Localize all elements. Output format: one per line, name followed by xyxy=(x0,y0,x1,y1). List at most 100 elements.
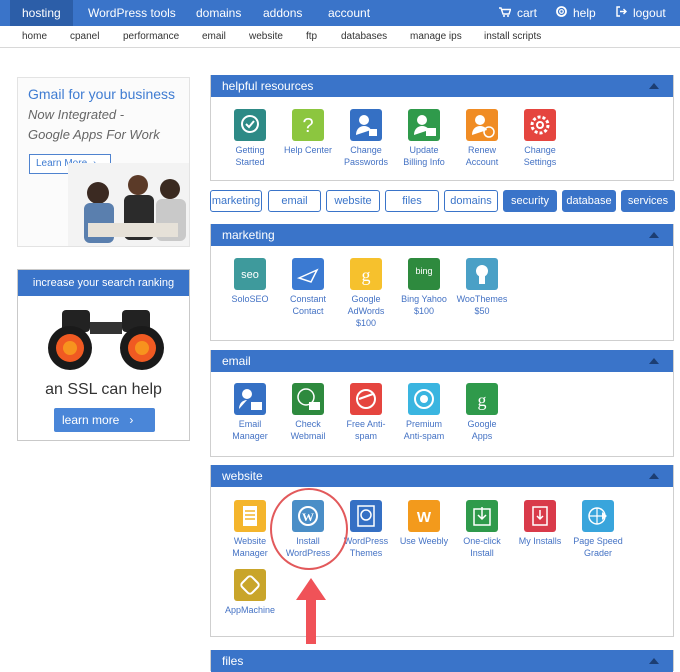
bing-icon: bing xyxy=(408,258,440,290)
seo-icon: seo xyxy=(234,258,266,290)
subnav-website[interactable]: website xyxy=(249,26,283,48)
icon-label: Help Center xyxy=(283,145,333,155)
icon-label: Change xyxy=(524,145,556,155)
panel-header[interactable]: files xyxy=(211,650,673,672)
subnav-manage-ips[interactable]: manage ips xyxy=(410,26,462,48)
renew-account-link[interactable]: Renew Account xyxy=(451,109,513,168)
icon-label: Passwords xyxy=(343,157,388,167)
collapse-icon[interactable] xyxy=(649,83,659,89)
ssl-learn-more-label: learn more xyxy=(62,413,120,427)
tab-addons[interactable]: addons xyxy=(251,0,314,26)
use-weebly-link[interactable]: W Use Weebly xyxy=(393,500,455,547)
gmail-ad[interactable]: Gmail for your business Now Integrated -… xyxy=(17,77,190,247)
filter-services[interactable]: services xyxy=(621,190,675,212)
help-center-link[interactable]: ? Help Center xyxy=(277,109,339,156)
tab-account[interactable]: account xyxy=(316,0,382,26)
installs-list-icon xyxy=(524,500,556,532)
icon-label: $100 xyxy=(355,318,377,328)
help-label: help xyxy=(573,6,596,20)
subnav-cpanel[interactable]: cpanel xyxy=(70,26,99,48)
icon-label: Apps xyxy=(471,431,493,441)
icon-label: Manager xyxy=(232,548,268,558)
getting-started-link[interactable]: Getting Started xyxy=(219,109,281,168)
user-clock-icon xyxy=(466,109,498,141)
free-antispam-link[interactable]: Free Anti-spam xyxy=(335,383,397,442)
panel-header[interactable]: marketing xyxy=(211,224,673,246)
subnav-performance[interactable]: performance xyxy=(123,26,179,48)
woothemes-link[interactable]: WooThemes $50 xyxy=(451,258,513,317)
tab-hosting[interactable]: hosting xyxy=(10,0,73,26)
icon-label: Manager xyxy=(232,431,268,441)
icon-label: Billing Info xyxy=(403,157,445,167)
user-lock-icon xyxy=(350,109,382,141)
icon-label: Started xyxy=(235,157,265,167)
gmail-ad-line2: Now Integrated - xyxy=(28,107,125,122)
icon-label: Contact xyxy=(292,306,324,316)
google-glyph: g xyxy=(478,390,487,410)
weebly-icon: W xyxy=(408,500,440,532)
cart-icon xyxy=(499,1,512,27)
filter-files[interactable]: files xyxy=(385,190,439,212)
icon-label: spam xyxy=(354,431,377,441)
google-apps-link[interactable]: g Google Apps xyxy=(451,383,513,442)
collapse-icon[interactable] xyxy=(649,358,659,364)
arrow-up-icon xyxy=(296,578,326,644)
panel-header[interactable]: website xyxy=(211,465,673,487)
tab-wordpress-tools[interactable]: WordPress tools xyxy=(76,0,188,26)
filter-website[interactable]: website xyxy=(326,190,380,212)
filter-database[interactable]: database xyxy=(562,190,616,212)
premium-antispam-link[interactable]: Premium Anti-spam xyxy=(393,383,455,442)
tab-domains[interactable]: domains xyxy=(184,0,253,26)
icon-label: AppMachine xyxy=(224,605,276,615)
filter-email[interactable]: email xyxy=(268,190,321,212)
subnav-install-scripts[interactable]: install scripts xyxy=(484,26,541,48)
question-mark-icon: ? xyxy=(292,109,324,141)
email-panel: email Email Manager Check Webmail Free Ant… xyxy=(210,350,674,457)
icon-label: Themes xyxy=(349,548,383,558)
collapse-icon[interactable] xyxy=(649,658,659,664)
appmachine-link[interactable]: AppMachine xyxy=(219,569,281,616)
check-webmail-link[interactable]: Check Webmail xyxy=(277,383,339,442)
subnav-email[interactable]: email xyxy=(202,26,226,48)
subnav-ftp[interactable]: ftp xyxy=(306,26,317,48)
top-nav-bar: hosting WordPress tools domains addons a… xyxy=(0,0,680,26)
svg-text:W: W xyxy=(417,509,432,526)
collapse-icon[interactable] xyxy=(649,232,659,238)
google-icon: g xyxy=(350,258,382,290)
files-panel: files xyxy=(210,650,674,672)
my-installs-link[interactable]: My Installs xyxy=(509,500,571,547)
filter-domains[interactable]: domains xyxy=(444,190,498,212)
one-click-install-link[interactable]: One-click Install xyxy=(451,500,513,559)
soloseo-link[interactable]: seo SoloSEO xyxy=(219,258,281,305)
team-photo xyxy=(68,163,189,246)
change-passwords-link[interactable]: Change Passwords xyxy=(335,109,397,168)
change-settings-link[interactable]: Change Settings xyxy=(509,109,571,168)
logout-link[interactable]: logout xyxy=(604,0,678,26)
icon-label: Account xyxy=(465,157,499,167)
panel-header[interactable]: helpful resources xyxy=(211,75,673,97)
filter-security[interactable]: security xyxy=(503,190,557,212)
chevron-right-icon: › xyxy=(129,413,134,427)
collapse-icon[interactable] xyxy=(649,473,659,479)
panel-header[interactable]: email xyxy=(211,350,673,372)
filter-marketing[interactable]: marketing xyxy=(210,190,262,212)
logout-label: logout xyxy=(633,6,666,20)
ssl-learn-more-button[interactable]: learn more › xyxy=(54,408,155,432)
ssl-ad[interactable]: increase your search ranking an SSL can … xyxy=(17,269,190,441)
constant-contact-link[interactable]: Constant Contact xyxy=(277,258,339,317)
gear-icon xyxy=(524,109,556,141)
google-adwords-link[interactable]: g Google AdWords $100 xyxy=(335,258,397,329)
panel-title: helpful resources xyxy=(222,79,314,93)
bing-yahoo-link[interactable]: bing Bing Yahoo $100 xyxy=(393,258,455,317)
icon-label: SoloSEO xyxy=(231,294,269,304)
help-link[interactable]: help xyxy=(544,0,608,26)
email-manager-link[interactable]: Email Manager xyxy=(219,383,281,442)
subnav-databases[interactable]: databases xyxy=(341,26,387,48)
icon-label: $50 xyxy=(474,306,490,316)
subnav-home[interactable]: home xyxy=(22,26,47,48)
cart-link[interactable]: cart xyxy=(487,0,549,26)
update-billing-link[interactable]: Update Billing Info xyxy=(393,109,455,168)
page-speed-grader-link[interactable]: Page Speed Grader xyxy=(567,500,629,559)
icon-label: Page Speed xyxy=(573,536,623,546)
icon-label: Use Weebly xyxy=(399,536,449,546)
